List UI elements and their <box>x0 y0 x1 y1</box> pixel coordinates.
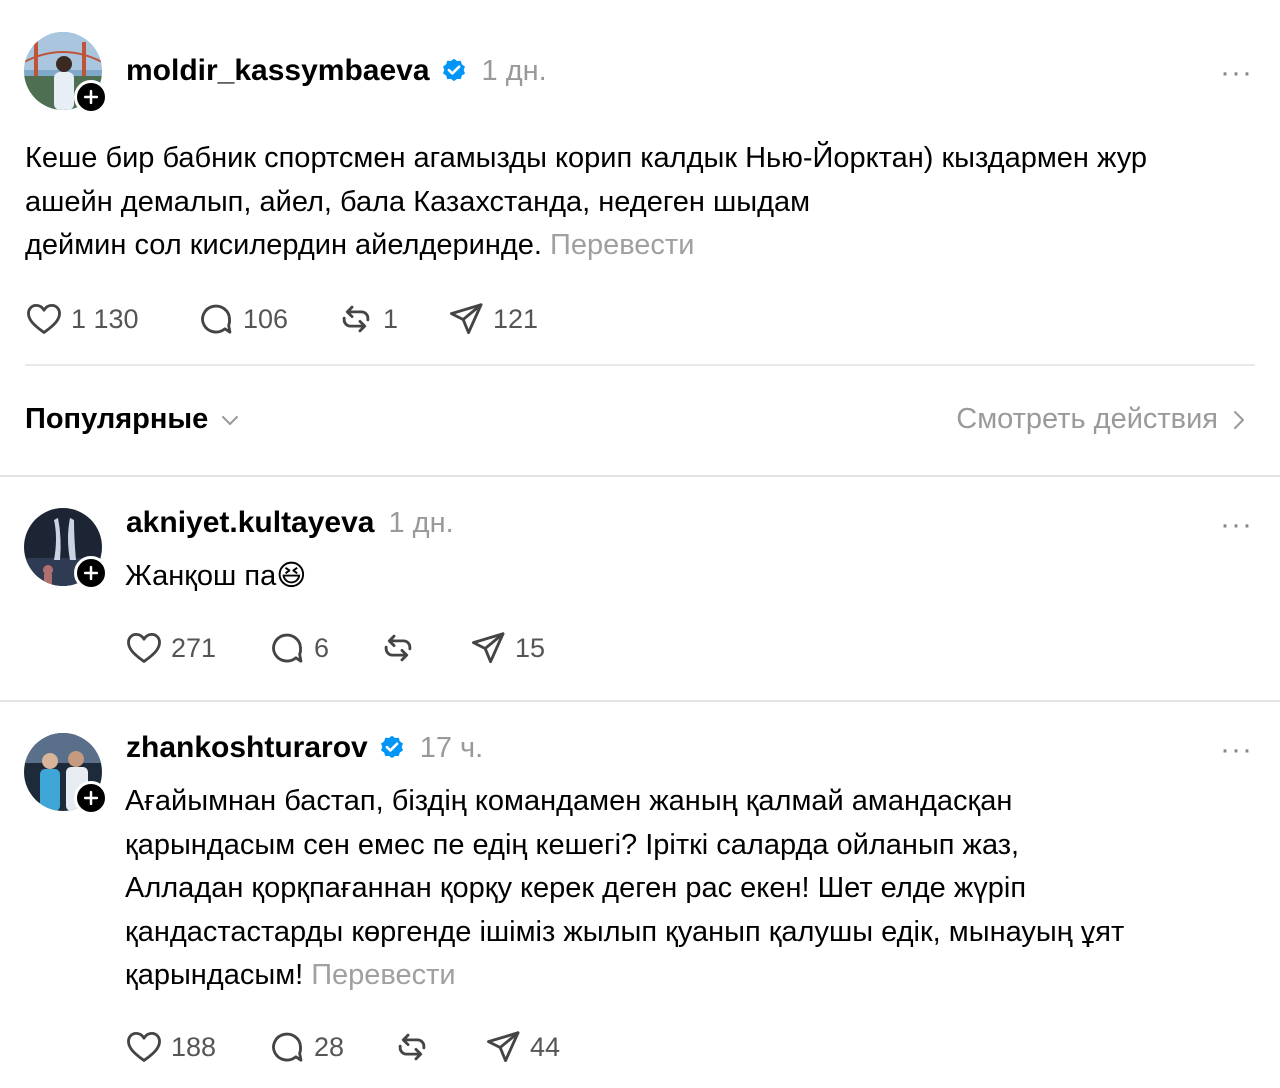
comment-count: 28 <box>314 1031 345 1062</box>
more-options-icon[interactable]: ··· <box>1220 58 1253 88</box>
reply-text-line: қарындасым сен емес пе едің кешегі? Іріт… <box>125 828 1020 861</box>
repost-button[interactable] <box>393 1028 484 1066</box>
post-text-line: ашейн демалып, айел, бала Казахстанда, н… <box>25 185 811 218</box>
post-text-line: деймин сол кисилердин айелдеринде. Переве… <box>25 229 695 261</box>
post-header: moldir_kassymbaeva 1 дн. <box>126 54 547 88</box>
laughing-emoji-icon: 😆 <box>276 560 307 592</box>
share-count: 121 <box>493 303 539 334</box>
share-icon <box>484 1028 522 1066</box>
comment-icon <box>268 1028 306 1066</box>
divider <box>0 475 1280 477</box>
like-button[interactable]: 271 <box>125 629 268 667</box>
share-icon <box>447 300 485 338</box>
username[interactable]: moldir_kassymbaeva <box>126 54 430 88</box>
divider <box>25 364 1255 366</box>
reply-text-line: Алладан қорқпағаннан қорқу керек деген р… <box>125 872 1027 904</box>
username[interactable]: akniyet.kultayeva <box>126 506 374 540</box>
follow-plus-icon[interactable] <box>74 80 108 114</box>
post-text: Кеше бир бабник спортсмен агамызды корип… <box>25 137 1147 268</box>
view-activity-link[interactable]: Смотреть действия <box>956 403 1250 436</box>
sort-dropdown[interactable]: Популярные <box>25 403 242 436</box>
divider <box>0 700 1280 702</box>
comment-icon <box>197 300 235 338</box>
share-button[interactable]: 15 <box>469 629 545 667</box>
share-icon <box>469 629 507 667</box>
reply-text-line: қарындасым! Перевести <box>125 959 456 991</box>
comment-count: 106 <box>243 303 289 334</box>
heart-icon <box>125 1028 163 1066</box>
username[interactable]: zhankoshturarov <box>126 731 368 765</box>
timestamp: 1 дн. <box>388 506 454 539</box>
comment-button[interactable]: 6 <box>268 629 379 667</box>
verified-badge-icon <box>378 734 406 762</box>
like-count: 271 <box>171 632 217 663</box>
chevron-right-icon <box>1234 410 1244 429</box>
share-button[interactable]: 44 <box>484 1028 560 1066</box>
reply-actions: 271 6 15 <box>125 629 545 667</box>
repost-button[interactable] <box>379 629 469 667</box>
more-options-icon[interactable]: ··· <box>1220 510 1253 540</box>
repost-icon <box>393 1028 431 1066</box>
heart-icon <box>125 629 163 667</box>
reply-actions: 188 28 44 <box>125 1028 560 1066</box>
avatar[interactable] <box>24 733 108 815</box>
reply-header: akniyet.kultayeva 1 дн. <box>126 506 454 540</box>
comment-icon <box>268 629 306 667</box>
avatar[interactable] <box>24 32 108 114</box>
follow-plus-icon[interactable] <box>74 781 108 815</box>
reply-text-line: қандастастарды көргенде ішіміз жылып қуа… <box>125 915 1125 948</box>
share-count: 44 <box>530 1031 561 1062</box>
sort-label: Популярные <box>25 403 209 435</box>
timestamp: 1 дн. <box>481 54 547 87</box>
share-count: 15 <box>515 632 546 663</box>
repost-button[interactable]: 1 <box>337 300 447 338</box>
avatar[interactable] <box>24 508 108 590</box>
like-count: 188 <box>171 1031 217 1062</box>
comment-button[interactable]: 28 <box>268 1028 393 1066</box>
heart-icon <box>25 300 63 338</box>
like-button[interactable]: 188 <box>125 1028 268 1066</box>
comment-button[interactable]: 106 <box>197 300 337 338</box>
translate-link[interactable]: Перевести <box>311 959 455 991</box>
timestamp: 17 ч. <box>419 731 484 764</box>
repost-count: 1 <box>383 303 399 334</box>
reply-text-line: Ағайымнан бастап, біздің командамен жаны… <box>125 785 1013 817</box>
reply-text: Ағайымнан бастап, біздің командамен жаны… <box>125 780 1124 998</box>
share-button[interactable]: 121 <box>447 300 538 338</box>
post-actions: 1 130 106 1 121 <box>25 300 538 338</box>
more-options-icon[interactable]: ··· <box>1220 735 1253 765</box>
repost-icon <box>337 300 375 338</box>
reply-text: Жанқош па😆 <box>125 560 307 592</box>
repost-icon <box>379 629 417 667</box>
like-button[interactable]: 1 130 <box>25 300 197 338</box>
comment-count: 6 <box>314 632 330 663</box>
post-text-line: Кеше бир бабник спортсмен агамызды корип… <box>25 142 1148 174</box>
reply-header: zhankoshturarov 17 ч. <box>126 731 483 765</box>
follow-plus-icon[interactable] <box>74 556 108 590</box>
like-count: 1 130 <box>71 303 139 334</box>
view-activity-label: Смотреть действия <box>956 403 1218 435</box>
verified-badge-icon <box>440 57 468 85</box>
chevron-down-icon <box>222 415 239 425</box>
translate-link[interactable]: Перевести <box>550 229 694 261</box>
